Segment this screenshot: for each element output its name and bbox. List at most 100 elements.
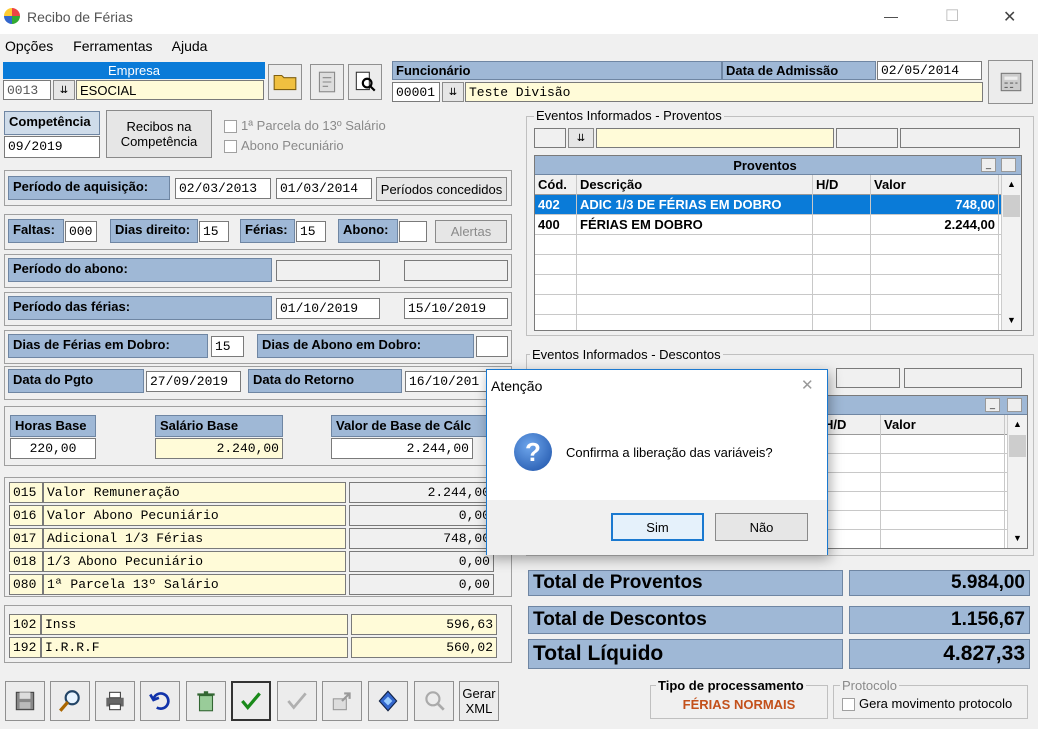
admissao-field[interactable]: 02/05/2014	[877, 61, 982, 80]
close-button[interactable]: ✕	[1003, 7, 1016, 27]
table-row[interactable]	[535, 295, 1001, 315]
faltas-field[interactable]: 000	[65, 221, 97, 242]
proventos-lookup-button[interactable]: ⇊	[568, 128, 594, 148]
aquisicao-end[interactable]: 01/03/2014	[276, 178, 372, 199]
ferias-label: Férias:	[240, 219, 295, 243]
undo-button[interactable]	[140, 681, 180, 721]
table-row[interactable]	[821, 473, 1007, 492]
grid-restore-icon[interactable]	[1001, 158, 1016, 172]
ferias-dobro-field[interactable]: 15	[211, 336, 244, 357]
scroll-thumb[interactable]	[1003, 195, 1020, 217]
funcionario-lookup-button[interactable]: ⇊	[442, 82, 464, 102]
scroll-thumb[interactable]	[1009, 435, 1026, 457]
protocolo-checkbox[interactable]: Gera movimento protocolo	[842, 696, 1013, 712]
table-row[interactable]	[535, 255, 1001, 275]
grid-minimize-icon[interactable]: _	[985, 398, 1000, 412]
report-button[interactable]	[310, 64, 344, 100]
ferias-periodo-start[interactable]: 01/10/2019	[276, 298, 380, 319]
abono-periodo-end[interactable]	[404, 260, 508, 281]
save-button[interactable]	[5, 681, 45, 721]
scroll-down-icon[interactable]: ▼	[1002, 311, 1021, 329]
col-hd: H/D	[813, 175, 871, 195]
scroll-down-icon[interactable]: ▼	[1008, 529, 1027, 547]
dias-direito-field[interactable]: 15	[199, 221, 229, 242]
descontos-scrollbar[interactable]: ▲ ▼	[1007, 415, 1027, 548]
proventos-code-input[interactable]	[534, 128, 566, 148]
abono-checkbox[interactable]: Abono Pecuniário	[224, 138, 344, 154]
open-folder-button[interactable]	[268, 64, 302, 100]
proventos-valor-input[interactable]	[900, 128, 1020, 148]
abono-dias-field[interactable]	[399, 221, 427, 242]
print-button[interactable]	[95, 681, 135, 721]
pgto-field[interactable]: 27/09/2019	[146, 371, 241, 392]
ferias-periodo-end[interactable]: 15/10/2019	[404, 298, 508, 319]
table-row[interactable]	[821, 511, 1007, 530]
verba-value: 0,00	[349, 505, 494, 526]
menu-ajuda[interactable]: Ajuda	[172, 38, 208, 54]
empresa-lookup-button[interactable]: ⇊	[53, 80, 75, 100]
col-hd: H/D	[821, 415, 881, 435]
parcela13-label: 1ª Parcela do 13º Salário	[241, 118, 386, 133]
calculator-button[interactable]	[988, 60, 1033, 104]
table-row[interactable]	[535, 275, 1001, 295]
protocolo-checkbox-label: Gera movimento protocolo	[859, 696, 1013, 711]
proventos-scrollbar[interactable]: ▲ ▼	[1001, 175, 1021, 330]
maximize-button[interactable]: ☐	[945, 6, 959, 26]
search-button[interactable]	[50, 681, 90, 721]
descontos-valor-input[interactable]	[904, 368, 1022, 388]
funcionario-code[interactable]: 00001	[392, 82, 440, 102]
aquisicao-start[interactable]: 02/03/2013	[175, 178, 271, 199]
proventos-hd-input[interactable]	[836, 128, 898, 148]
table-row[interactable]	[535, 235, 1001, 255]
cell-valor	[871, 295, 999, 315]
verba-code: 080	[9, 574, 43, 595]
grid-minimize-icon[interactable]: _	[981, 158, 996, 172]
table-row[interactable]	[821, 530, 1007, 548]
grid-restore-icon[interactable]	[1007, 398, 1022, 412]
cell-hd	[813, 275, 871, 295]
descontos-hd-input[interactable]	[836, 368, 900, 388]
dialog-yes-button[interactable]: Sim	[611, 513, 704, 541]
scroll-up-icon[interactable]: ▲	[1002, 175, 1021, 193]
scroll-up-icon[interactable]: ▲	[1008, 415, 1027, 433]
table-row[interactable]	[821, 435, 1007, 454]
proventos-desc-input[interactable]	[596, 128, 834, 148]
parcela13-checkbox[interactable]: 1ª Parcela do 13º Salário	[224, 118, 386, 134]
search-user-button[interactable]	[414, 681, 454, 721]
menu-ferramentas[interactable]: Ferramentas	[73, 38, 152, 54]
table-row[interactable]	[535, 315, 1001, 330]
ferias-field[interactable]: 15	[296, 221, 326, 242]
confirm-button[interactable]	[231, 681, 271, 721]
dialog-no-button[interactable]: Não	[715, 513, 808, 541]
total-proventos-label: Total de Proventos	[528, 570, 843, 596]
search-document-button[interactable]	[348, 64, 382, 100]
minimize-button[interactable]: —	[884, 8, 898, 24]
empresa-name[interactable]: ESOCIAL	[76, 80, 264, 100]
salario-base-field[interactable]: 2.240,00	[155, 438, 283, 459]
periodos-concedidos-button[interactable]: Períodos concedidos	[376, 177, 507, 201]
table-row[interactable]: 402 ADIC 1/3 DE FÉRIAS EM DOBRO 748,00	[535, 195, 1001, 215]
dialog-close-button[interactable]: ✕	[801, 376, 814, 394]
export-button[interactable]	[322, 681, 362, 721]
recibos-competencia-button[interactable]: Recibos na Competência	[106, 110, 212, 158]
table-row[interactable]	[821, 492, 1007, 511]
funcionario-name[interactable]: Teste Divisão	[465, 82, 983, 102]
horas-base-field[interactable]: 220,00	[10, 438, 96, 459]
desconto-value: 596,63	[351, 614, 497, 635]
alertas-button[interactable]: Alertas	[435, 220, 507, 243]
empresa-code[interactable]: 0013	[3, 80, 51, 100]
base-calculo-field[interactable]: 2.244,00	[331, 438, 473, 459]
delete-button[interactable]	[186, 681, 226, 721]
retorno-field[interactable]: 16/10/201	[405, 371, 487, 392]
table-row[interactable]	[821, 454, 1007, 473]
confirm-disabled-button[interactable]	[277, 681, 317, 721]
gerar-xml-button[interactable]: Gerar XML	[459, 681, 499, 721]
table-row[interactable]: 400 FÉRIAS EM DOBRO 2.244,00	[535, 215, 1001, 235]
abono-dobro-field[interactable]	[476, 336, 508, 357]
menu-opcoes[interactable]: Opções	[5, 38, 53, 54]
process-button[interactable]	[368, 681, 408, 721]
verba-value: 0,00	[349, 574, 494, 595]
folder-icon	[273, 74, 297, 91]
competencia-field[interactable]: 09/2019	[4, 136, 100, 158]
abono-periodo-start[interactable]	[276, 260, 380, 281]
